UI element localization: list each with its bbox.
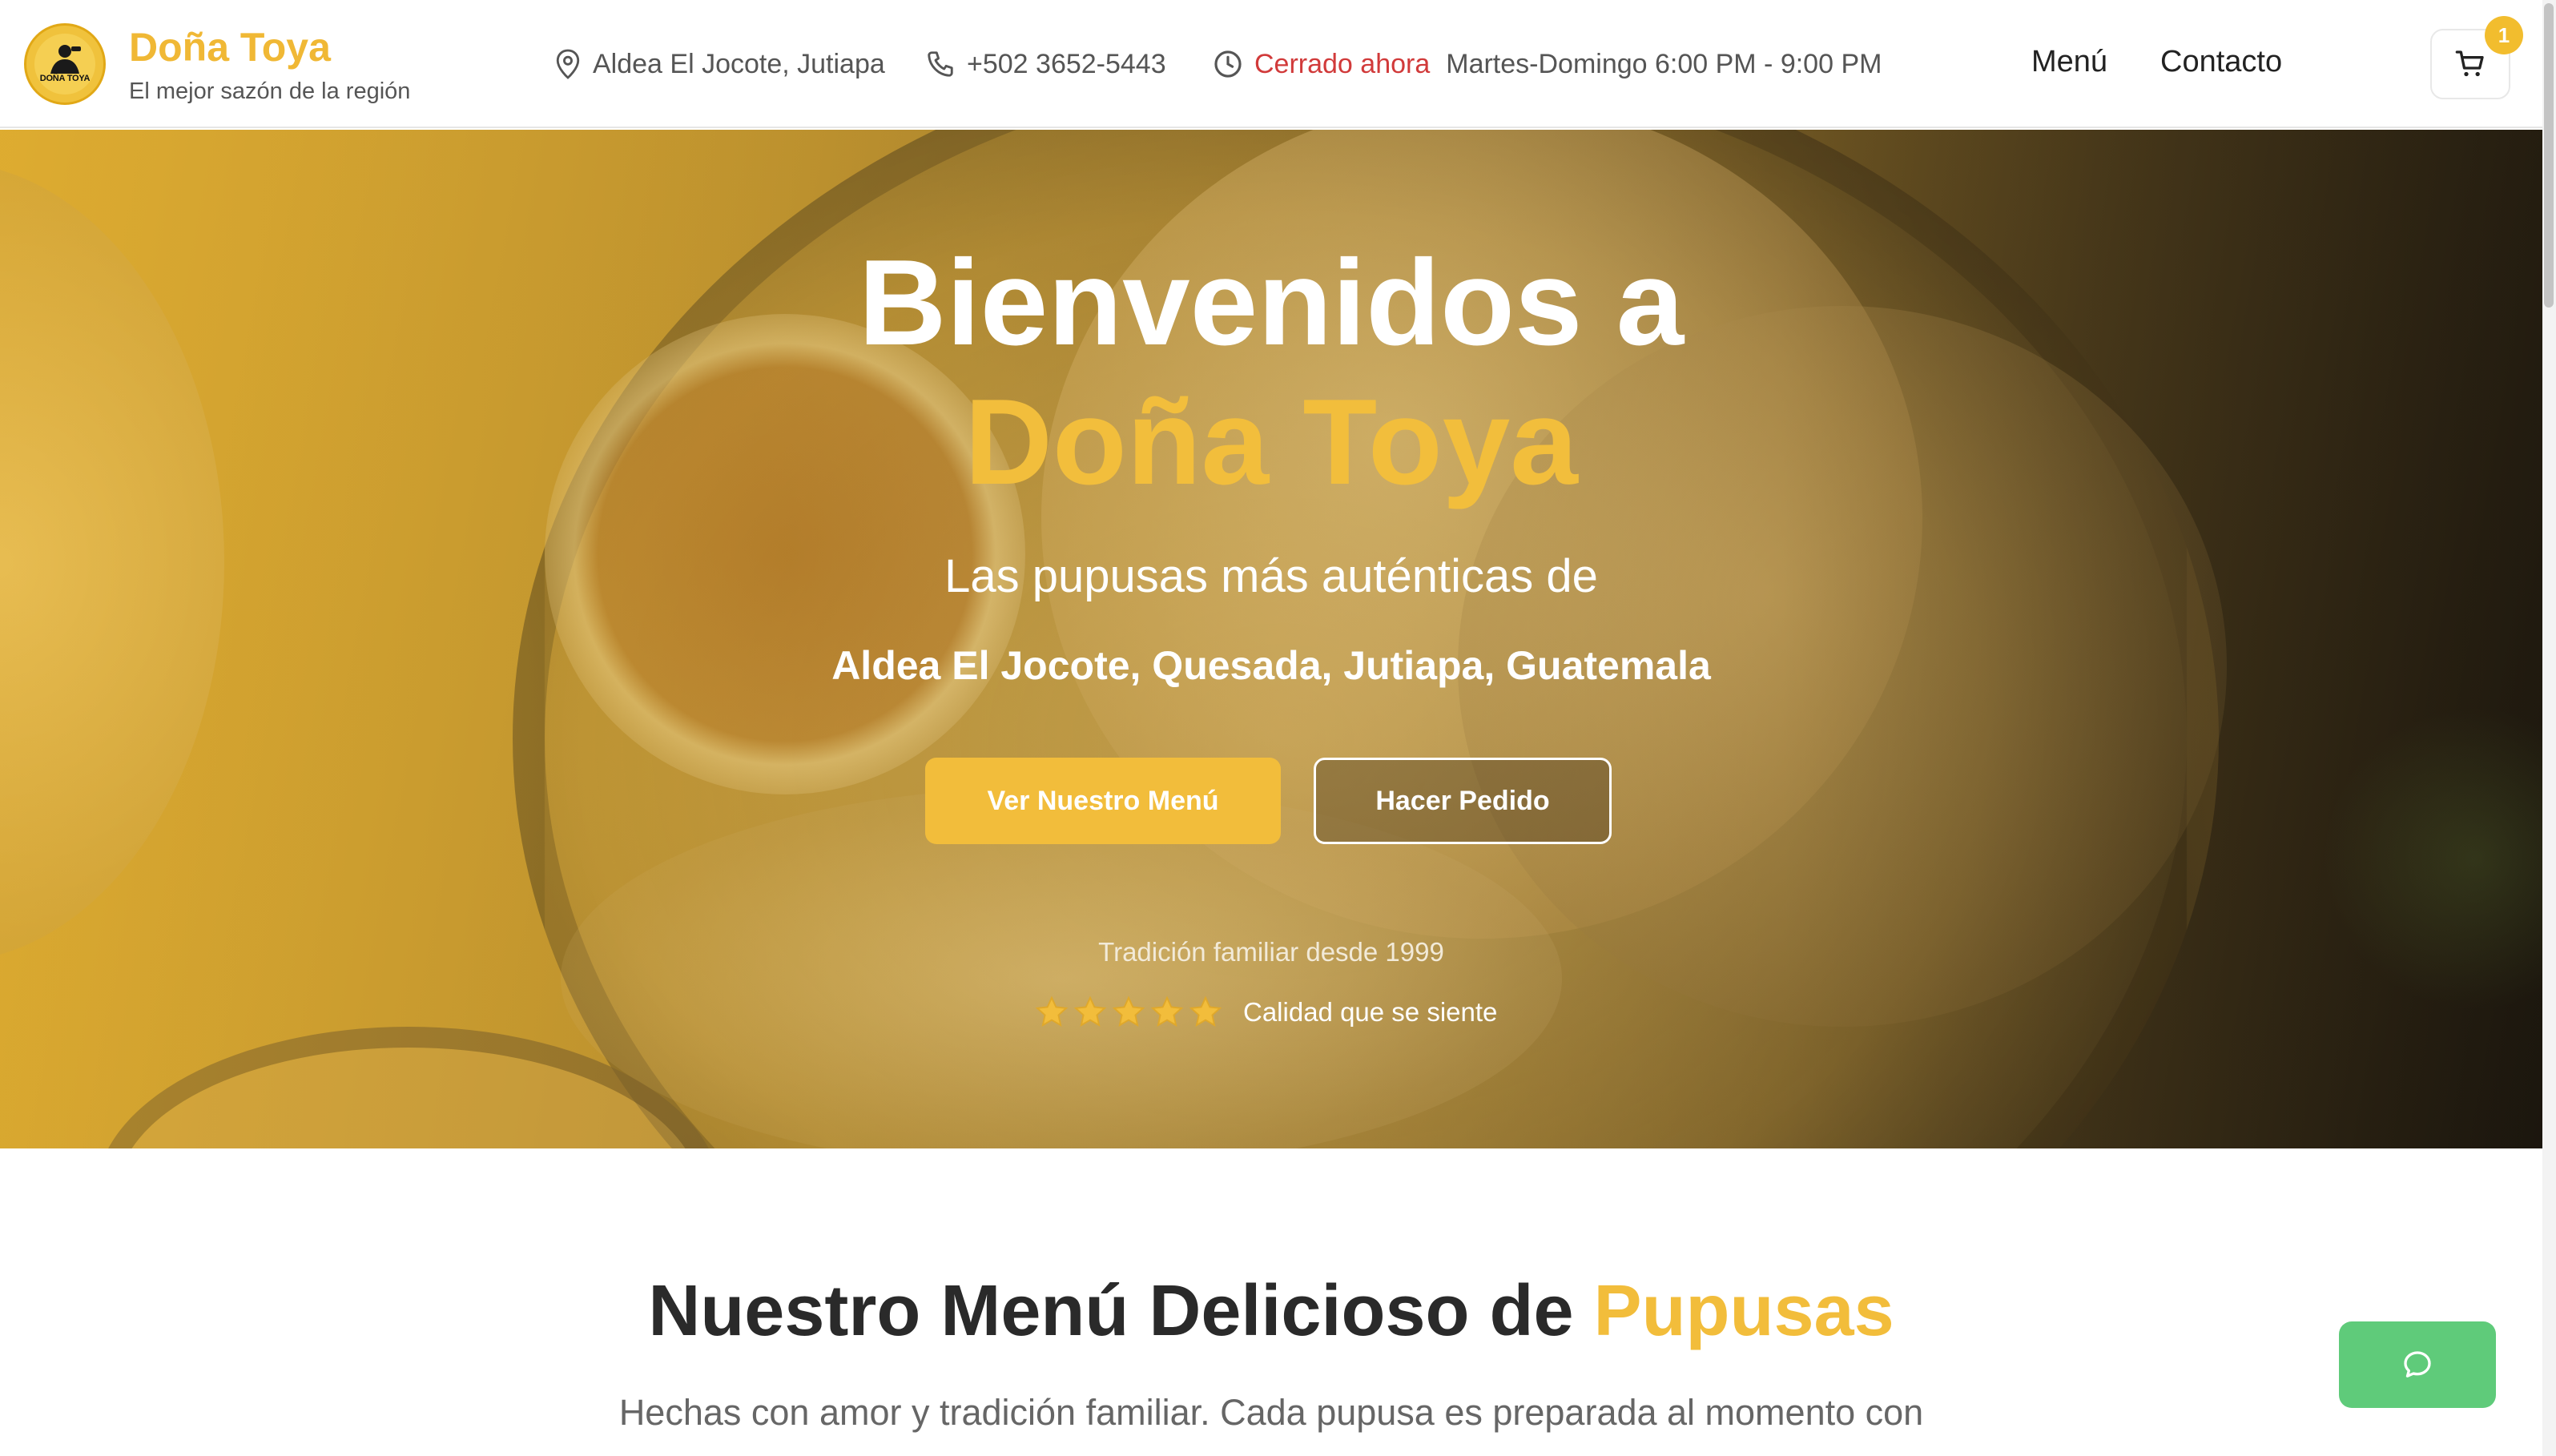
location-info: Aldea El Jocote, Jutiapa (554, 45, 885, 83)
place-order-button[interactable]: Hacer Pedido (1314, 758, 1612, 844)
hero-title-line1: Bienvenidos a (858, 235, 1685, 371)
phone-info[interactable]: +502 3652-5443 (925, 45, 1166, 83)
hero-content: Bienvenidos a Doña Toya Las pupusas más … (0, 130, 2542, 1148)
menu-section-title: Nuestro Menú Delicioso de Pupusas (0, 1270, 2542, 1353)
star-icon (1112, 995, 1145, 1028)
chat-bubble-icon (2404, 1351, 2431, 1378)
open-status: Cerrado ahora (1254, 48, 1431, 79)
menu-title-main: Nuestro Menú Delicioso de (648, 1271, 1574, 1351)
hours-text: Martes-Domingo 6:00 PM - 9:00 PM (1446, 48, 1882, 79)
star-icon (1073, 995, 1107, 1028)
nav-contact-link[interactable]: Contacto (2160, 45, 2282, 79)
hero-location: Aldea El Jocote, Quesada, Jutiapa, Guate… (831, 643, 1711, 688)
rating-stars (1033, 994, 1226, 1031)
cart-count-badge: 1 (2485, 16, 2523, 54)
logo-figure-icon (50, 45, 81, 74)
phone-icon (928, 51, 953, 77)
hero-title-brand: Doña Toya (964, 374, 1578, 510)
map-pin-icon (556, 49, 580, 79)
phone-text[interactable]: +502 3652-5443 (967, 49, 1166, 80)
brand-tagline: El mejor sazón de la región (129, 78, 411, 104)
star-icon (1035, 995, 1069, 1028)
brand-name[interactable]: Doña Toya (129, 24, 331, 70)
brand-logo[interactable]: DOÑA TOYA (24, 23, 106, 105)
chat-button[interactable] (2339, 1321, 2496, 1408)
scrollbar-thumb[interactable] (2544, 3, 2554, 308)
hero-subtitle: Las pupusas más auténticas de (944, 550, 1598, 602)
clock-icon (1214, 50, 1242, 78)
star-icon (1189, 995, 1222, 1028)
logo-text: DOÑA TOYA (39, 74, 91, 83)
view-menu-button[interactable]: Ver Nuestro Menú (925, 758, 1281, 844)
menu-section-description: Hechas con amor y tradición familiar. Ca… (618, 1392, 1924, 1433)
nav-menu-link[interactable]: Menú (2031, 45, 2107, 79)
menu-title-accent: Pupusas (1593, 1271, 1894, 1351)
star-icon (1150, 995, 1184, 1028)
hours-info: Cerrado ahora Martes-Domingo 6:00 PM - 9… (1213, 45, 1882, 83)
shopping-cart-icon (2455, 50, 2484, 77)
hero-section: Bienvenidos a Doña Toya Las pupusas más … (0, 130, 2542, 1148)
site-header: DOÑA TOYA Doña Toya El mejor sazón de la… (0, 0, 2542, 128)
tradition-text: Tradición familiar desde 1999 (1098, 937, 1444, 967)
location-text: Aldea El Jocote, Jutiapa (593, 48, 885, 79)
rating: Calidad que se siente (1033, 990, 1497, 1035)
rating-text: Calidad que se siente (1243, 997, 1498, 1027)
